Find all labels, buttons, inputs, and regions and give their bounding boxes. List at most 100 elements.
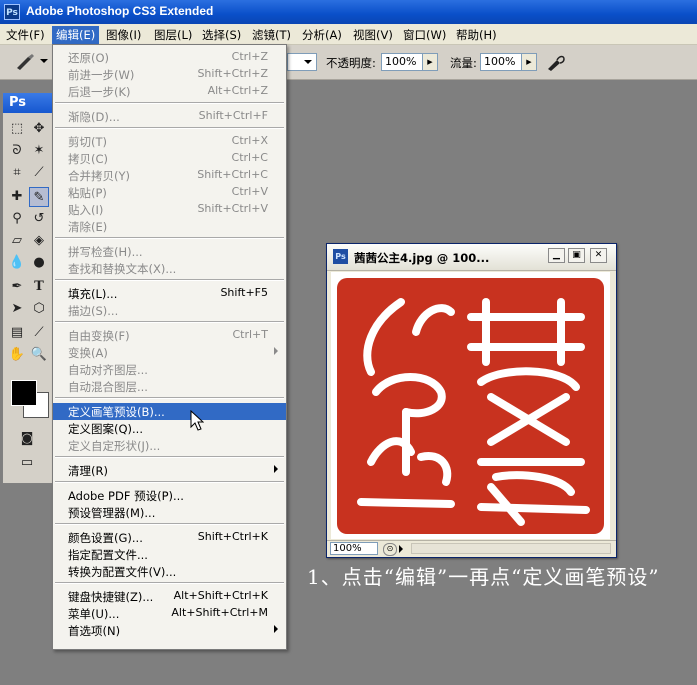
minimize-button[interactable]: ▁ bbox=[548, 248, 565, 263]
menu-window[interactable]: 窗口(W) bbox=[399, 26, 450, 44]
menu-item-label: 颜色设置(G)... bbox=[68, 531, 143, 545]
menu-item-label: 拷贝(C) bbox=[68, 152, 109, 166]
edit-menu-item[interactable]: 变换(A) bbox=[53, 344, 286, 361]
edit-menu-item[interactable]: 填充(L)... Shift+F5 bbox=[53, 285, 286, 302]
edit-menu-item[interactable]: 键盘快捷键(Z)... Alt+Shift+Ctrl+K bbox=[53, 588, 286, 605]
tutorial-caption: 1、点击“编辑”一再点“定义画笔预设” bbox=[307, 565, 660, 589]
edit-menu-item[interactable]: 定义图案(Q)... bbox=[53, 420, 286, 437]
menu-separator bbox=[55, 582, 284, 584]
menu-analysis[interactable]: 分析(A) bbox=[298, 26, 346, 44]
healing-brush-tool-icon[interactable]: ✚ bbox=[7, 187, 27, 207]
opacity-field[interactable]: 100% bbox=[381, 53, 423, 71]
menu-image[interactable]: 图像(I) bbox=[102, 26, 145, 44]
eraser-tool-icon[interactable]: ▱ bbox=[7, 231, 27, 251]
lasso-tool-icon[interactable]: ᘐ bbox=[7, 141, 27, 161]
mode-dropdown[interactable] bbox=[287, 53, 317, 71]
edit-menu-item[interactable]: 拼写检查(H)... bbox=[53, 243, 286, 260]
edit-menu-item[interactable]: 定义画笔预设(B)... bbox=[53, 403, 286, 420]
menu-filter[interactable]: 滤镜(T) bbox=[248, 26, 295, 44]
edit-menu-item[interactable]: 粘贴(P) Ctrl+V bbox=[53, 184, 286, 201]
hand-tool-icon[interactable]: ✋ bbox=[7, 345, 27, 365]
menu-separator bbox=[55, 481, 284, 483]
edit-menu-item[interactable]: 清理(R) bbox=[53, 462, 286, 479]
menu-select[interactable]: 选择(S) bbox=[198, 26, 245, 44]
magic-wand-tool-icon[interactable]: ✶ bbox=[29, 141, 49, 161]
edit-menu-item[interactable]: 定义自定形状(J)... bbox=[53, 437, 286, 454]
status-menu-arrow-icon[interactable] bbox=[399, 545, 403, 553]
clone-stamp-tool-icon[interactable]: ⚲ bbox=[7, 209, 27, 229]
edit-menu-item[interactable]: 合并拷贝(Y) Shift+Ctrl+C bbox=[53, 167, 286, 184]
menu-help[interactable]: 帮助(H) bbox=[452, 26, 501, 44]
edit-menu-item[interactable]: 后退一步(K) Alt+Ctrl+Z bbox=[53, 83, 286, 100]
document-title: 茜茜公主4.jpg @ 100... bbox=[354, 251, 490, 265]
flow-field[interactable]: 100% bbox=[480, 53, 522, 71]
zoom-tool-icon[interactable]: 🔍 bbox=[29, 345, 49, 365]
menu-item-shortcut: Ctrl+C bbox=[231, 151, 268, 164]
edit-menu-item[interactable]: 还原(O) Ctrl+Z bbox=[53, 49, 286, 66]
edit-menu-item[interactable]: 转换为配置文件(V)... bbox=[53, 563, 286, 580]
tools-logo: Ps bbox=[9, 95, 27, 110]
menu-item-label: 前进一步(W) bbox=[68, 68, 135, 82]
type-tool-icon[interactable]: T bbox=[29, 277, 49, 297]
blur-tool-icon[interactable]: 💧 bbox=[7, 253, 27, 273]
pen-tool-icon[interactable]: ✒ bbox=[7, 277, 27, 297]
menu-layer[interactable]: 图层(L) bbox=[150, 26, 196, 44]
edit-menu-item[interactable]: 贴入(I) Shift+Ctrl+V bbox=[53, 201, 286, 218]
brush-tool-icon[interactable]: ✎ bbox=[29, 187, 49, 207]
edit-menu-item[interactable]: 描边(S)... bbox=[53, 302, 286, 319]
edit-menu-item[interactable]: 颜色设置(G)... Shift+Ctrl+K bbox=[53, 529, 286, 546]
menu-view[interactable]: 视图(V) bbox=[349, 26, 397, 44]
quick-mask-icon[interactable]: ◙ bbox=[17, 429, 37, 449]
marquee-tool-icon[interactable]: ⬚ bbox=[7, 119, 27, 139]
paint-bucket-tool-icon[interactable]: ◈ bbox=[29, 231, 49, 251]
menu-item-label: 填充(L)... bbox=[68, 287, 118, 301]
move-tool-icon[interactable]: ✥ bbox=[29, 119, 49, 139]
edit-menu-item[interactable]: 自动混合图层... bbox=[53, 378, 286, 395]
edit-menu-item[interactable]: 指定配置文件... bbox=[53, 546, 286, 563]
history-brush-tool-icon[interactable]: ↺ bbox=[29, 209, 49, 229]
menu-item-label: 自动混合图层... bbox=[68, 380, 148, 394]
image-canvas[interactable] bbox=[331, 272, 610, 539]
edit-menu-dropdown: 还原(O) Ctrl+Z 前进一步(W) Shift+Ctrl+Z 后退一步(K) Alt… bbox=[52, 44, 287, 650]
edit-menu-item[interactable]: 自动对齐图层... bbox=[53, 361, 286, 378]
edit-menu-item[interactable]: 渐隐(D)... Shift+Ctrl+F bbox=[53, 108, 286, 125]
flow-slider-arrow-icon[interactable]: ▶ bbox=[521, 53, 537, 71]
notes-tool-icon[interactable]: ▤ bbox=[7, 323, 27, 343]
screen-mode-icon[interactable]: ▭ bbox=[17, 453, 37, 473]
document-titlebar[interactable]: Ps 茜茜公主4.jpg @ 100... ▁ ▣ ✕ bbox=[327, 244, 616, 271]
menu-edit[interactable]: 编辑(E) bbox=[52, 26, 100, 44]
menu-separator bbox=[55, 397, 284, 399]
restore-button[interactable]: ▣ bbox=[568, 248, 585, 263]
crop-tool-icon[interactable]: ⌗ bbox=[7, 163, 27, 183]
edit-menu-item[interactable]: 剪切(T) Ctrl+X bbox=[53, 133, 286, 150]
opacity-slider-arrow-icon[interactable]: ▶ bbox=[422, 53, 438, 71]
edit-menu-item[interactable]: 清除(E) bbox=[53, 218, 286, 235]
edit-menu-item[interactable]: 自由变换(F) Ctrl+T bbox=[53, 327, 286, 344]
status-info-icon[interactable]: ⊙ bbox=[383, 543, 397, 556]
edit-menu-item[interactable]: 菜单(U)... Alt+Shift+Ctrl+M bbox=[53, 605, 286, 622]
path-selection-tool-icon[interactable]: ➤ bbox=[7, 299, 27, 319]
edit-menu-item[interactable]: 预设管理器(M)... bbox=[53, 504, 286, 521]
foreground-color-swatch[interactable] bbox=[11, 380, 37, 406]
slice-tool-icon[interactable]: ⟋ bbox=[29, 163, 49, 183]
edit-menu-item[interactable]: 前进一步(W) Shift+Ctrl+Z bbox=[53, 66, 286, 83]
dodge-tool-icon[interactable]: ● bbox=[29, 253, 49, 273]
zoom-level-field[interactable]: 100% bbox=[330, 542, 378, 555]
shape-tool-icon[interactable]: ⬡ bbox=[29, 299, 49, 319]
horizontal-scrollbar[interactable] bbox=[411, 543, 611, 554]
edit-menu-item[interactable]: Adobe PDF 预设(P)... bbox=[53, 487, 286, 504]
menu-file[interactable]: 文件(F) bbox=[2, 26, 49, 44]
submenu-arrow-icon bbox=[274, 625, 278, 633]
airbrush-icon[interactable] bbox=[545, 52, 567, 72]
menu-item-shortcut: Ctrl+X bbox=[231, 134, 268, 147]
menu-item-label: 描边(S)... bbox=[68, 304, 119, 318]
menu-item-label: 合并拷贝(Y) bbox=[68, 169, 130, 183]
brush-preset-dropdown-icon[interactable] bbox=[40, 59, 48, 63]
edit-menu-item[interactable]: 查找和替换文本(X)... bbox=[53, 260, 286, 277]
close-button[interactable]: ✕ bbox=[590, 248, 607, 263]
edit-menu-item[interactable]: 首选项(N) bbox=[53, 622, 286, 639]
eyedropper-tool-icon[interactable]: ⟋ bbox=[29, 323, 49, 343]
edit-menu-item[interactable]: 拷贝(C) Ctrl+C bbox=[53, 150, 286, 167]
menu-item-shortcut: Ctrl+T bbox=[232, 328, 268, 341]
menu-bar: 文件(F) 编辑(E) 图像(I) 图层(L) 选择(S) 滤镜(T) 分析(A… bbox=[0, 24, 697, 45]
